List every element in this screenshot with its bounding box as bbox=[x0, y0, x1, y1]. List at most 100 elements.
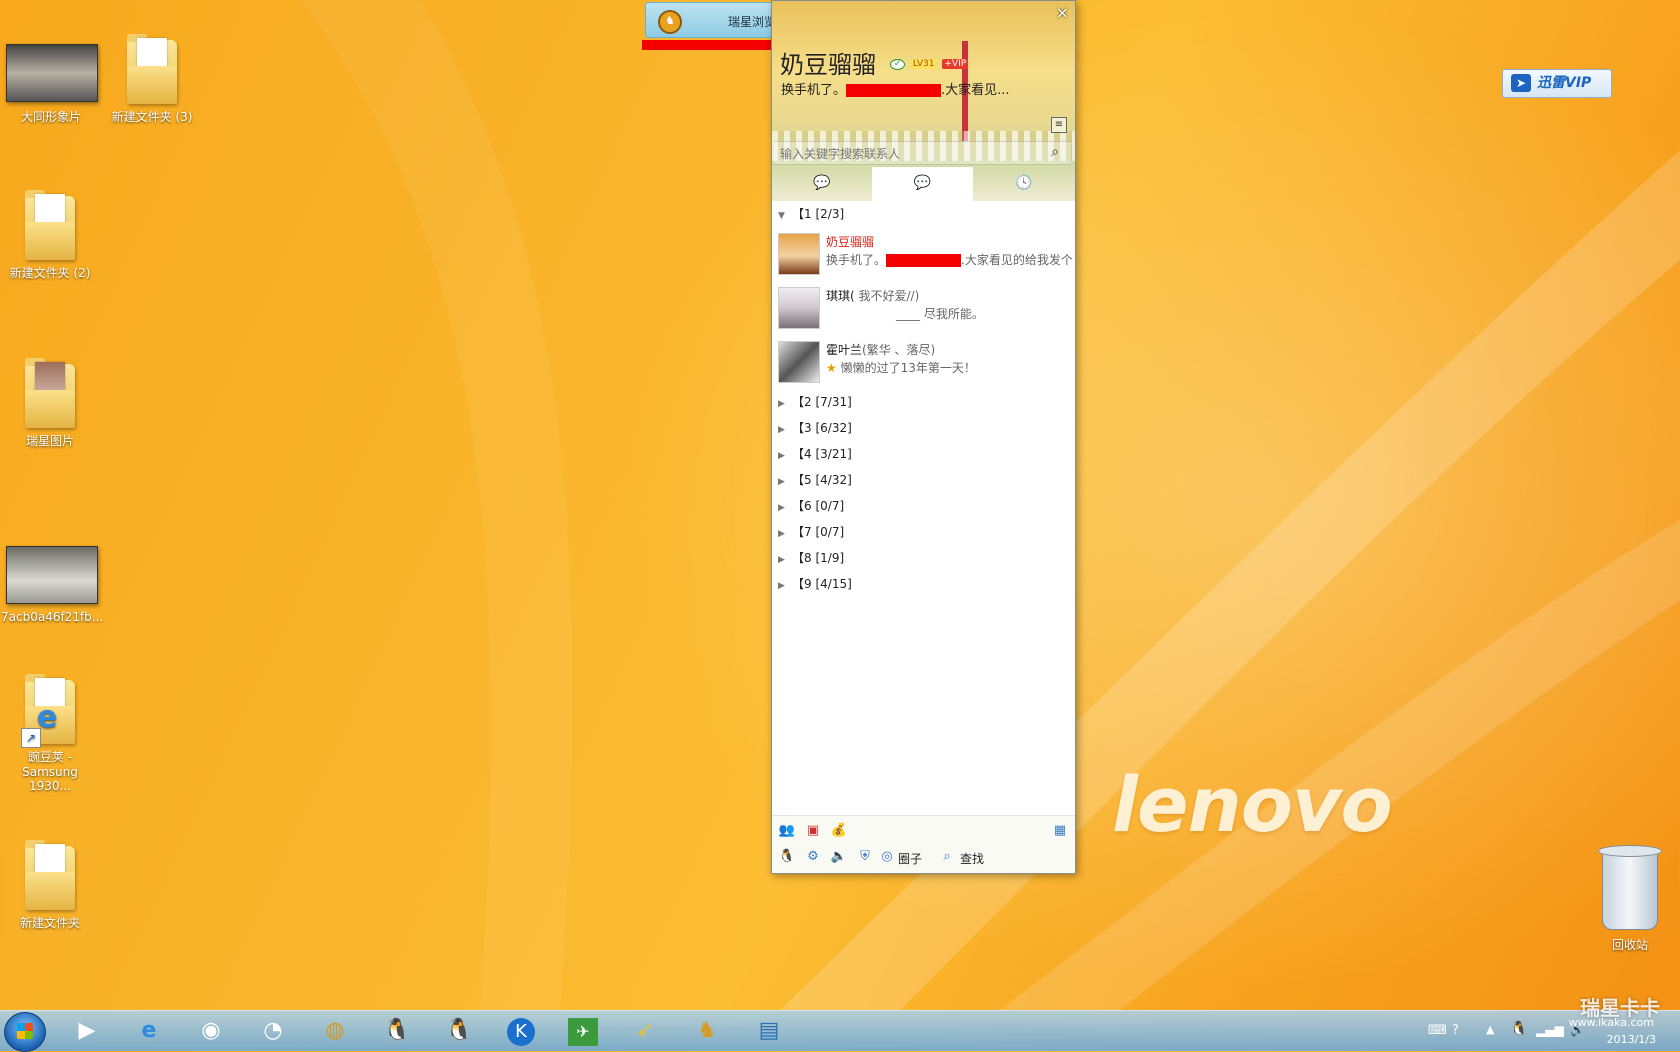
avatar[interactable] bbox=[778, 287, 820, 329]
qq-nickname[interactable]: 奶豆骝骝 bbox=[780, 45, 876, 80]
desktop-icon-new-folder[interactable]: 新建文件夹 bbox=[0, 840, 100, 931]
desktop-icon-video[interactable]: 大同形象片 bbox=[1, 40, 101, 125]
group-row[interactable]: ▼ 【1 [2/3] bbox=[772, 201, 1075, 227]
group-row[interactable]: ▶ 【3 [6/32] bbox=[772, 415, 1075, 441]
contact-item[interactable]: 奶豆骝骝 换手机了。 .大家看见的给我发个 bbox=[772, 227, 1075, 281]
group-row[interactable]: ▶ 【5 [4/32] bbox=[772, 467, 1075, 493]
qq-apps-icon[interactable]: 👥 bbox=[778, 822, 796, 840]
taskbar-media-player[interactable]: ▶ bbox=[64, 1015, 110, 1047]
tab-contacts[interactable]: 💬 bbox=[772, 167, 872, 201]
keyboard-icon[interactable]: ⌨ bbox=[1428, 1023, 1447, 1038]
contact-name: 霍叶兰(繁华 、落尽) bbox=[826, 343, 936, 357]
folder-icon bbox=[25, 190, 75, 260]
redaction-bar bbox=[886, 254, 962, 267]
level-badge[interactable]: LV31 bbox=[910, 59, 937, 69]
lenovo-logo: lenovo bbox=[1112, 760, 1393, 849]
show-hidden-icons-icon[interactable]: ▲ bbox=[1486, 1023, 1494, 1036]
group-row[interactable]: ▶ 【9 [4/15] bbox=[772, 571, 1075, 597]
taskbar-bird-app[interactable]: ➶ bbox=[622, 1015, 668, 1047]
help-icon[interactable]: ? bbox=[1452, 1023, 1459, 1038]
recycle-bin-icon bbox=[1598, 845, 1662, 930]
search-icon[interactable]: ⌕ bbox=[1051, 144, 1059, 160]
desktop-icon-folder-3[interactable]: 新建文件夹 (3) bbox=[102, 34, 202, 125]
find-button[interactable]: 查找 bbox=[960, 850, 984, 867]
xunlei-bird-icon: ➤ bbox=[1511, 74, 1531, 92]
recycle-bin[interactable]: 回收站 bbox=[1580, 845, 1680, 953]
group-row[interactable]: ▶ 【6 [0/7] bbox=[772, 493, 1075, 519]
group-row[interactable]: ▶ 【8 [1/9] bbox=[772, 545, 1075, 571]
folder-icon bbox=[25, 358, 75, 428]
search-icon[interactable]: ⌕ bbox=[938, 848, 956, 866]
avatar[interactable] bbox=[778, 341, 820, 383]
signature-start: 换手机了。 bbox=[781, 83, 847, 98]
watermark-url: www.ikaka.com bbox=[1568, 1016, 1654, 1029]
taskbar-date[interactable]: 2013/1/3 bbox=[1607, 1033, 1656, 1046]
group-count: [2/3] bbox=[815, 207, 845, 221]
qq-tray-icon[interactable]: 🐧 bbox=[1510, 1021, 1527, 1037]
star-icon: ★ bbox=[826, 361, 837, 375]
group-row[interactable]: ▶ 【7 [0/7] bbox=[772, 519, 1075, 545]
close-icon[interactable]: × bbox=[1056, 3, 1069, 22]
network-icon[interactable]: ▂▄▆ bbox=[1536, 1023, 1564, 1037]
contact-status: ★ 懒懒的过了13年第一天！ bbox=[826, 361, 976, 375]
taskbar-xunlei[interactable]: ✈ bbox=[560, 1015, 606, 1047]
desktop-icon-folder-2[interactable]: 新建文件夹 (2) bbox=[0, 190, 100, 281]
taskbar-rising-firewall[interactable]: ▤ bbox=[746, 1015, 792, 1047]
taskbar: ▶ e ◉ ◔ ◍ 🐧 🐧 K ✈ ➶ ♞ ▤ ⌨ ? ▲ 🐧 ▂▄▆ 🔈 20… bbox=[0, 1010, 1680, 1052]
rising-lion-icon: ♞ bbox=[658, 10, 682, 34]
qq-profile-header: × 奶豆骝骝 ✓ LV31 +VIP 换手机了。 .大家看见... ≡ ⌕ 💬 💬… bbox=[772, 1, 1075, 201]
qq-tabs: 💬 💬 🕓 bbox=[772, 167, 1075, 201]
chevron-right-icon: ▶ bbox=[778, 399, 785, 409]
chevron-right-icon: ▶ bbox=[778, 581, 785, 591]
settings-icon[interactable]: ⚙ bbox=[804, 848, 822, 866]
circle-icon[interactable]: ◎ bbox=[878, 848, 896, 866]
taskbar-qq-2[interactable]: 🐧 bbox=[436, 1015, 482, 1047]
contact-status: 换手机了。 .大家看见的给我发个 bbox=[826, 253, 1073, 267]
search-input[interactable] bbox=[778, 144, 1042, 164]
security-shield-icon[interactable]: ⛨ bbox=[856, 848, 874, 866]
group-row[interactable]: ▶ 【2 [7/31] bbox=[772, 389, 1075, 415]
tab-groups[interactable]: 💬 bbox=[872, 167, 973, 201]
contact-list: ▼ 【1 [2/3] 奶豆骝骝 换手机了。 .大家看见的给我发个 琪琪( 我不好爱/… bbox=[772, 201, 1075, 597]
chevron-right-icon: ▶ bbox=[778, 503, 785, 513]
qq-menu-icon[interactable]: 🐧 bbox=[778, 848, 796, 866]
circle-button[interactable]: 圈子 bbox=[898, 850, 922, 867]
mail-icon[interactable]: ▣ bbox=[804, 822, 822, 840]
taskbar-k-app[interactable]: K bbox=[498, 1015, 544, 1047]
taskbar-rising-antivirus[interactable]: ♞ bbox=[684, 1015, 730, 1047]
group-row[interactable]: ▶ 【4 [3/21] bbox=[772, 441, 1075, 467]
wallet-icon[interactable]: 💰 bbox=[830, 822, 848, 840]
contact-name: 琪琪( 我不好爱//) bbox=[826, 289, 920, 303]
desktop-icon-label: 新建文件夹 (2) bbox=[9, 266, 91, 280]
desktop-icon-image[interactable]: 7acb0a46f21fb... bbox=[1, 542, 104, 624]
desktop-icon-label: 豌豆荚 - bbox=[27, 750, 73, 764]
contact-item[interactable]: 霍叶兰(繁华 、落尽) ★ 懒懒的过了13年第一天！ bbox=[772, 335, 1075, 389]
desktop-icon-label: 7acb0a46f21fb... bbox=[1, 610, 104, 624]
contact-item[interactable]: 琪琪( 我不好爱//) ____ 尽我所能。 bbox=[772, 281, 1075, 335]
taskbar-rising-kaka[interactable]: ◍ bbox=[312, 1015, 358, 1047]
windows-logo-icon bbox=[17, 1023, 33, 1039]
volume-icon[interactable]: 🔈 bbox=[830, 848, 848, 866]
desktop-icon-rising-pictures[interactable]: 瑞星图片 bbox=[0, 358, 100, 449]
taskbar-ie[interactable]: e bbox=[126, 1015, 172, 1047]
recycle-bin-label: 回收站 bbox=[1611, 938, 1648, 952]
contact-search: ⌕ bbox=[774, 141, 1071, 165]
qq-signature[interactable]: 换手机了。 .大家看见... bbox=[781, 79, 1010, 98]
skin-icon[interactable]: ≡ bbox=[1051, 117, 1067, 133]
desktop-icon-label-line2: Samsung 1930... bbox=[22, 765, 78, 793]
desktop-icon-label: 新建文件夹 (3) bbox=[111, 110, 193, 124]
group-name: 【1 bbox=[792, 207, 812, 221]
app-grid-icon[interactable]: ▦ bbox=[1051, 822, 1069, 840]
taskbar-feiq[interactable]: ◔ bbox=[250, 1015, 296, 1047]
avatar[interactable] bbox=[778, 233, 820, 275]
chevron-down-icon: ▼ bbox=[778, 211, 785, 221]
online-status-icon[interactable]: ✓ bbox=[890, 59, 905, 70]
start-button[interactable] bbox=[4, 1012, 46, 1052]
vip-badge[interactable]: +VIP bbox=[942, 59, 969, 69]
tab-recent[interactable]: 🕓 bbox=[973, 167, 1075, 201]
desktop-icon-wandoujia[interactable]: e ↗ 豌豆荚 - Samsung 1930... bbox=[0, 674, 100, 793]
xunlei-vip-button[interactable]: ➤ 迅雷VIP bbox=[1502, 69, 1612, 98]
qq-bottom-toolbar: 👥 ▣ 💰 ▦ 🐧 ⚙ 🔈 ⛨ ◎ 圈子 ⌕ 查找 bbox=[772, 815, 1075, 873]
taskbar-messenger[interactable]: ◉ bbox=[188, 1015, 234, 1047]
taskbar-qq-1[interactable]: 🐧 bbox=[374, 1015, 420, 1047]
